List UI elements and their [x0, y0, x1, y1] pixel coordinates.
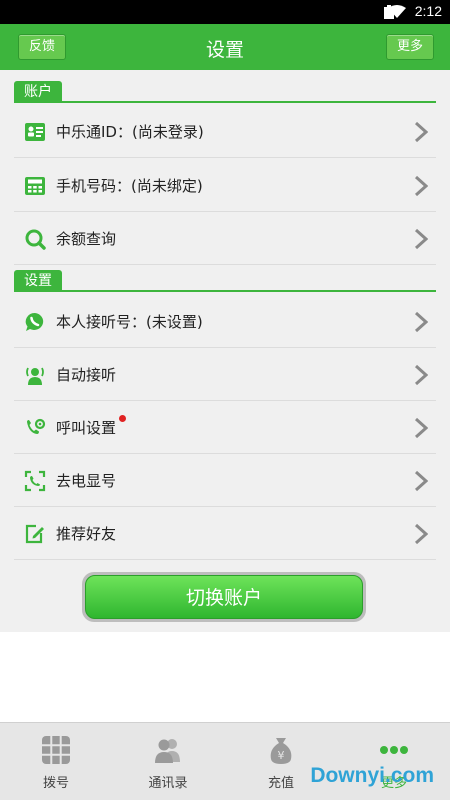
auto-answer-row[interactable]: 自动接听 [14, 348, 436, 401]
settings-section-header: 设置 [14, 270, 436, 292]
account-section-header: 账户 [14, 81, 436, 103]
tab-contacts[interactable]: 通讯录 [112, 723, 224, 800]
battery-icon [384, 5, 394, 19]
chevron-right-icon [414, 523, 428, 545]
dialpad-icon [42, 736, 70, 764]
tab-dial-label: 拨号 [42, 776, 69, 791]
caller-id-icon [24, 470, 46, 492]
caller-id-row[interactable]: 去电显号 [14, 454, 436, 507]
chat-bubble-icon [25, 312, 44, 331]
recommend-friends-row[interactable]: 推荐好友 [14, 507, 436, 560]
phone-number-row[interactable]: 手机号码：(尚未绑定) [14, 159, 436, 212]
settings-content: 账户 中乐通ID：(尚未登录) 手机号码：(尚未绑定) 余额查询 设置 本人接听… [0, 70, 450, 632]
id-card-icon [25, 123, 45, 141]
chevron-right-icon [414, 228, 428, 250]
call-settings-row[interactable]: 呼叫设置 [14, 401, 436, 454]
call-settings-label: 呼叫设置 [56, 419, 117, 437]
switch-account-frame: 切换账户 [82, 572, 366, 622]
account-section-title: 账户 [14, 81, 62, 103]
settings-section-title: 设置 [14, 270, 62, 292]
auto-answer-icon [26, 367, 44, 385]
recommend-friends-label: 推荐好友 [56, 525, 117, 543]
chevron-right-icon [414, 364, 428, 386]
balance-query-label: 余额查询 [56, 230, 117, 248]
contacts-icon [155, 739, 180, 763]
more-dots-icon [380, 746, 408, 754]
balance-query-row[interactable]: 余额查询 [14, 212, 436, 265]
chevron-right-icon [414, 470, 428, 492]
call-settings-icon [27, 418, 46, 434]
switch-account-button[interactable]: 切换账户 [85, 575, 363, 619]
chevron-right-icon [414, 311, 428, 333]
chevron-right-icon [414, 121, 428, 143]
red-dot-badge [119, 415, 126, 422]
money-bag-icon: ¥ [270, 738, 292, 764]
bottom-tab-bar: 拨号 通讯录 ¥ 充值 更多 [0, 722, 450, 800]
svg-text:¥: ¥ [278, 749, 285, 762]
watermark: Downyi.com [310, 764, 434, 787]
tab-more[interactable]: 更多 [338, 723, 450, 800]
edit-icon [25, 524, 44, 544]
own-answer-number-row[interactable]: 本人接听号：(未设置) [14, 295, 436, 348]
more-button[interactable]: 更多 [385, 34, 434, 60]
chevron-right-icon [414, 175, 428, 197]
chevron-right-icon [414, 417, 428, 439]
phone-keypad-icon [25, 177, 45, 195]
auto-answer-label: 自动接听 [56, 366, 117, 384]
page-title: 设置 [205, 39, 244, 61]
account-id-row[interactable]: 中乐通ID：(尚未登录) [14, 105, 436, 158]
account-id-label: 中乐通ID：(尚未登录) [56, 123, 204, 141]
tab-contacts-label: 通讯录 [148, 776, 188, 791]
status-time: 2:12 [414, 3, 442, 19]
phone-number-label: 手机号码：(尚未绑定) [56, 177, 203, 195]
status-bar: 2:12 [0, 0, 450, 24]
caller-id-label: 去电显号 [56, 472, 117, 490]
search-icon [25, 229, 46, 250]
title-bar: 反馈 设置 更多 [0, 24, 450, 70]
own-answer-number-label: 本人接听号：(未设置) [56, 313, 203, 331]
tab-recharge[interactable]: ¥ 充值 [225, 723, 337, 800]
tab-dial[interactable]: 拨号 [0, 723, 112, 800]
